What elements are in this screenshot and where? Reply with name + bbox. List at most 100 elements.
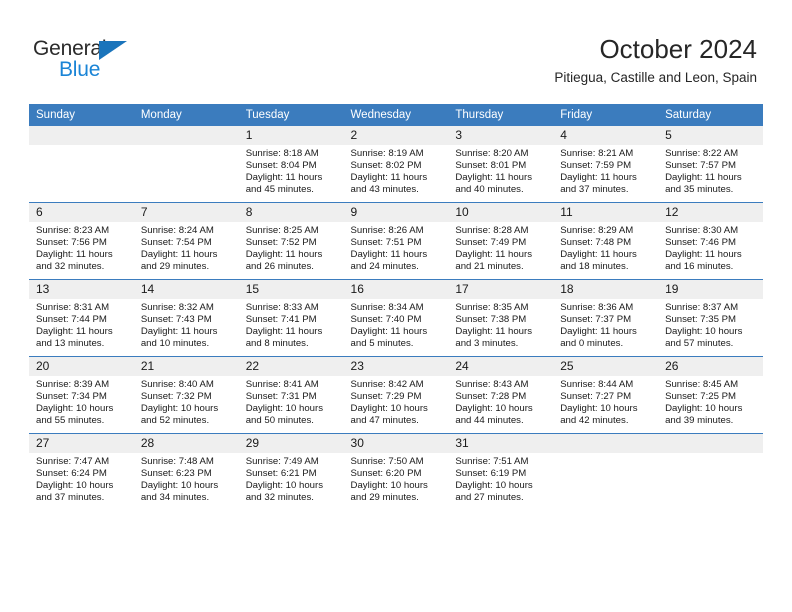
sunrise-time: Sunrise: 8:35 AM [455,302,529,313]
day-details: Sunrise: 8:22 AM Sunset: 7:57 PM Daylight:… [658,145,763,196]
sunset-time: Sunset: 6:23 PM [140,468,212,480]
sunset-time: Sunset: 7:27 PM [560,391,632,403]
calendar-day-cell[interactable]: 16 Sunrise: 8:34 AM Sunset: 7:40 PM Dayligh… [343,279,449,357]
calendar-day-cell[interactable]: 26 Sunrise: 8:45 AM Sunset: 7:25 PM Dayligh… [658,356,763,434]
day-details: Sunrise: 8:25 AM Sunset: 7:52 PM Daylight:… [239,222,344,273]
calendar-day-cell[interactable]: 20 Sunrise: 8:39 AM Sunset: 7:34 PM Dayligh… [29,356,134,434]
day-details: Sunrise: 7:51 AM Sunset: 6:19 PM Daylight:… [448,453,553,504]
daylight-duration-line2: and 29 minutes. [140,261,210,273]
calendar-day-cell[interactable]: 12 Sunrise: 8:30 AM Sunset: 7:46 PM Dayligh… [658,202,763,280]
sunset-time: Sunset: 7:41 PM [245,314,317,326]
calendar-day-cell[interactable]: 17 Sunrise: 8:35 AM Sunset: 7:38 PM Dayligh… [448,279,554,357]
day-details: Sunrise: 8:35 AM Sunset: 7:38 PM Daylight:… [448,299,553,350]
sunrise-time: Sunrise: 8:43 AM [455,379,529,390]
daylight-duration-line1: Daylight: 11 hours [36,249,113,261]
day-details: Sunrise: 8:26 AM Sunset: 7:51 PM Daylight:… [344,222,449,273]
calendar-day-cell[interactable]: 6 Sunrise: 8:23 AM Sunset: 7:56 PM Daylight… [29,202,134,280]
daylight-duration-line2: and 10 minutes. [140,338,210,350]
calendar-day-cell[interactable]: 4 Sunrise: 8:21 AM Sunset: 7:59 PM Daylight… [553,126,659,203]
calendar-week-row: 1 Sunrise: 8:18 AM Sunset: 8:04 PM Daylight… [29,126,763,203]
day-details: Sunrise: 8:31 AM Sunset: 7:44 PM Daylight:… [29,299,134,350]
calendar-day-cell[interactable]: 24 Sunrise: 8:43 AM Sunset: 7:28 PM Dayligh… [448,356,554,434]
daylight-duration-line2: and 45 minutes. [245,184,314,196]
title-block: October 2024 Pitiegua, Castille and Leon… [554,33,757,87]
calendar-day-cell[interactable]: 31 Sunrise: 7:51 AM Sunset: 6:19 PM Dayligh… [448,433,554,510]
calendar-day-cell[interactable]: 28 Sunrise: 7:48 AM Sunset: 6:23 PM Dayligh… [133,433,239,510]
sunrise-time: Sunrise: 8:37 AM [665,302,739,313]
day-number: 13 [29,280,134,299]
day-number: 15 [238,280,344,299]
general-blue-logo[interactable]: General Blue [33,38,153,84]
daylight-duration-line2: and 29 minutes. [350,492,419,504]
calendar-day-cell[interactable]: 19 Sunrise: 8:37 AM Sunset: 7:35 PM Dayligh… [658,279,763,357]
daylight-duration-line1: Daylight: 11 hours [245,172,323,184]
sunrise-time: Sunrise: 7:51 AM [455,456,529,467]
calendar-day-cell[interactable]: 1 Sunrise: 8:18 AM Sunset: 8:04 PM Daylight… [238,126,344,203]
day-number: 5 [658,126,763,145]
calendar-day-cell[interactable]: 13 Sunrise: 8:31 AM Sunset: 7:44 PM Dayligh… [29,279,134,357]
sunrise-time: Sunrise: 8:30 AM [665,225,739,236]
day-details: Sunrise: 7:47 AM Sunset: 6:24 PM Daylight:… [29,453,134,504]
daylight-duration-line1: Daylight: 11 hours [665,172,742,184]
calendar-day-cell[interactable]: 23 Sunrise: 8:42 AM Sunset: 7:29 PM Dayligh… [343,356,449,434]
calendar-day-cell[interactable]: 14 Sunrise: 8:32 AM Sunset: 7:43 PM Dayligh… [133,279,239,357]
day-details: Sunrise: 7:49 AM Sunset: 6:21 PM Daylight:… [239,453,344,504]
weekday-header-saturday: Saturday [658,104,763,126]
day-number: 26 [658,357,763,376]
daylight-duration-line2: and 50 minutes. [245,415,314,427]
sunrise-time: Sunrise: 8:40 AM [140,379,214,390]
daylight-duration-line1: Daylight: 11 hours [350,172,428,184]
daylight-duration-line2: and 34 minutes. [140,492,210,504]
weekday-header-wednesday: Wednesday [343,104,449,126]
sunset-time: Sunset: 7:43 PM [140,314,212,326]
day-number: 31 [448,434,554,453]
daylight-duration-line2: and 27 minutes. [455,492,524,504]
calendar-day-cell[interactable]: 3 Sunrise: 8:20 AM Sunset: 8:01 PM Daylight… [448,126,554,203]
weekday-header-tuesday: Tuesday [238,104,344,126]
calendar-day-cell[interactable]: 9 Sunrise: 8:26 AM Sunset: 7:51 PM Daylight… [343,202,449,280]
daylight-duration-line1: Daylight: 11 hours [560,172,637,184]
sunset-time: Sunset: 7:25 PM [665,391,736,403]
calendar-empty-cell [658,433,763,510]
sunrise-time: Sunrise: 8:33 AM [245,302,319,313]
day-number: 28 [133,434,239,453]
calendar-day-cell[interactable]: 5 Sunrise: 8:22 AM Sunset: 7:57 PM Daylight… [658,126,763,203]
day-details: Sunrise: 7:50 AM Sunset: 6:20 PM Daylight:… [344,453,449,504]
daylight-duration-line2: and 52 minutes. [140,415,210,427]
day-details: Sunrise: 8:28 AM Sunset: 7:49 PM Daylight:… [448,222,553,273]
sunset-time: Sunset: 7:46 PM [665,237,736,249]
calendar-day-cell[interactable]: 21 Sunrise: 8:40 AM Sunset: 7:32 PM Dayligh… [133,356,239,434]
day-details: Sunrise: 8:33 AM Sunset: 7:41 PM Daylight:… [239,299,344,350]
day-number: 17 [448,280,554,299]
day-number: 6 [29,203,134,222]
day-number: 8 [238,203,344,222]
calendar-day-cell[interactable]: 11 Sunrise: 8:29 AM Sunset: 7:48 PM Dayligh… [553,202,659,280]
day-details: Sunrise: 8:36 AM Sunset: 7:37 PM Daylight:… [553,299,658,350]
weekday-header-thursday: Thursday [448,104,554,126]
sunrise-time: Sunrise: 8:31 AM [36,302,110,313]
calendar-day-cell[interactable]: 22 Sunrise: 8:41 AM Sunset: 7:31 PM Dayligh… [238,356,344,434]
daylight-duration-line2: and 24 minutes. [350,261,419,273]
calendar-day-cell[interactable]: 25 Sunrise: 8:44 AM Sunset: 7:27 PM Dayligh… [553,356,659,434]
calendar-day-cell[interactable]: 8 Sunrise: 8:25 AM Sunset: 7:52 PM Daylight… [238,202,344,280]
daylight-duration-line1: Daylight: 11 hours [140,249,218,261]
calendar-day-cell[interactable]: 27 Sunrise: 7:47 AM Sunset: 6:24 PM Dayligh… [29,433,134,510]
daylight-duration-line1: Daylight: 10 hours [665,403,743,415]
calendar-day-cell[interactable]: 15 Sunrise: 8:33 AM Sunset: 7:41 PM Dayligh… [238,279,344,357]
calendar-day-cell[interactable]: 18 Sunrise: 8:36 AM Sunset: 7:37 PM Dayligh… [553,279,659,357]
day-details: Sunrise: 8:39 AM Sunset: 7:34 PM Daylight:… [29,376,134,427]
daylight-duration-line2: and 57 minutes. [665,338,734,350]
daylight-duration-line2: and 32 minutes. [36,261,105,273]
daylight-duration-line2: and 18 minutes. [560,261,629,273]
sunrise-time: Sunrise: 8:20 AM [455,148,529,159]
sunset-time: Sunset: 7:48 PM [560,237,632,249]
day-number: 24 [448,357,554,376]
calendar-day-cell[interactable]: 30 Sunrise: 7:50 AM Sunset: 6:20 PM Dayligh… [343,433,449,510]
calendar-day-cell[interactable]: 29 Sunrise: 7:49 AM Sunset: 6:21 PM Dayligh… [238,433,344,510]
sunrise-time: Sunrise: 8:32 AM [140,302,214,313]
calendar-day-cell[interactable]: 7 Sunrise: 8:24 AM Sunset: 7:54 PM Daylight… [133,202,239,280]
calendar-week-row: 13 Sunrise: 8:31 AM Sunset: 7:44 PM Dayligh… [29,279,763,357]
calendar-day-cell[interactable]: 10 Sunrise: 8:28 AM Sunset: 7:49 PM Dayligh… [448,202,554,280]
calendar-day-cell[interactable]: 2 Sunrise: 8:19 AM Sunset: 8:02 PM Daylight… [343,126,449,203]
sunrise-time: Sunrise: 8:39 AM [36,379,110,390]
